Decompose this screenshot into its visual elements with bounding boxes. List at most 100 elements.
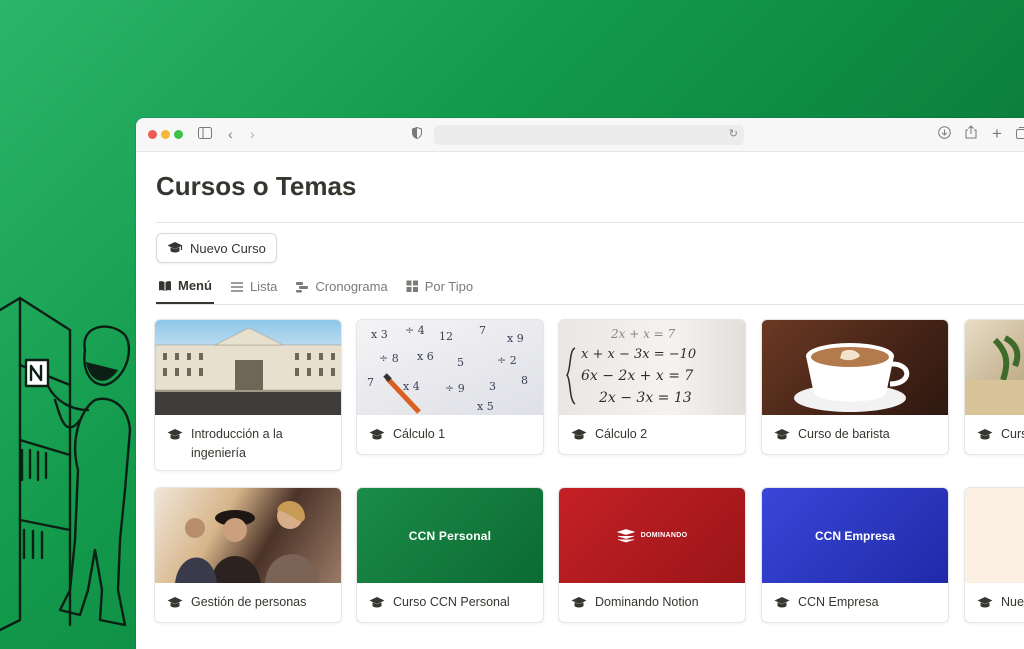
tabs-overview-icon[interactable]: [1016, 124, 1024, 144]
browser-toolbar: ‹ › ↻ +: [136, 118, 1024, 152]
plant-photo: [965, 320, 1024, 415]
tab-timeline[interactable]: Cronograma: [293, 277, 389, 304]
title-divider: [156, 222, 1024, 223]
svg-text:12: 12: [439, 330, 453, 343]
svg-text:÷ 2: ÷ 2: [497, 354, 517, 367]
stack-logo-icon: [616, 528, 635, 542]
gallery-card[interactable]: DOMINANDO Dominando Notion: [558, 487, 746, 623]
coffee-photo: [762, 320, 948, 415]
svg-text:x 3: x 3: [371, 328, 388, 341]
new-course-button[interactable]: Nuevo Curso: [156, 233, 277, 263]
card-label: Dominando Notion: [559, 583, 745, 622]
book-icon: [159, 280, 171, 291]
card-title: Dominando Notion: [595, 595, 699, 609]
svg-text:x 6: x 6: [417, 350, 434, 363]
gallery-card[interactable]: Nue: [964, 487, 1024, 623]
graduation-cap-icon: [369, 597, 385, 608]
timeline-icon: [296, 281, 309, 292]
graduation-cap-icon: [167, 242, 183, 253]
gallery-card[interactable]: CCN Empresa CCN Empresa: [761, 487, 949, 623]
card-label: Curso de barista: [762, 415, 948, 454]
sidebar-toggle-icon[interactable]: [198, 124, 212, 144]
svg-text:7: 7: [367, 376, 374, 389]
svg-text:3: 3: [489, 380, 496, 393]
graduation-cap-icon: [571, 597, 587, 608]
tab-by-type[interactable]: Por Tipo: [404, 277, 475, 304]
math-paper-photo: x 3 ÷ 4 12 7 x 9 ÷ 8 x 6 5 ÷ 2 7 x 4 ÷ 9 3 8 x 5: [357, 320, 543, 415]
privacy-shield-icon[interactable]: [412, 124, 422, 144]
ccn-personal-cover: CCN Personal: [357, 488, 543, 583]
card-title: Cálculo 2: [595, 427, 648, 441]
svg-text:÷ 9: ÷ 9: [445, 382, 465, 395]
person-bookshelf-illustration: [0, 296, 132, 632]
new-tab-icon[interactable]: +: [992, 124, 1002, 144]
gallery-card[interactable]: x 3 ÷ 4 12 7 x 9 ÷ 8 x 6 5 ÷ 2 7 x 4 ÷ 9 3 8 x 5 Cálcu…: [356, 319, 544, 455]
gallery-card[interactable]: Curs: [964, 319, 1024, 455]
tab-list-label: Lista: [249, 279, 278, 294]
address-bar[interactable]: ↻: [434, 125, 744, 145]
gallery-card[interactable]: 2x + x = 7 x + x − 3x = −10 6x − 2x + x = …: [558, 319, 746, 455]
back-icon[interactable]: ‹: [228, 124, 233, 144]
cover-text: CCN Empresa: [814, 528, 896, 543]
palace-photo: [155, 320, 341, 415]
gallery-card[interactable]: Gestión de personas: [154, 487, 342, 623]
reload-icon[interactable]: ↻: [729, 127, 738, 140]
browser-window: ‹ › ↻ + Cursos o Temas Nuevo Curso Menú …: [136, 118, 1024, 649]
card-title: Curso CCN Personal: [393, 595, 510, 609]
svg-text:x 4: x 4: [403, 380, 420, 393]
card-title: Curso de barista: [798, 427, 890, 441]
blank-cover: [965, 488, 1024, 583]
gallery-card[interactable]: Introducción a la ingeniería: [154, 319, 342, 471]
page-title: Cursos o Temas: [156, 171, 357, 201]
card-label: Gestión de personas: [155, 583, 341, 622]
svg-text:2x + x = 7: 2x + x = 7: [610, 327, 676, 341]
view-tabs: Menú Lista Cronograma Por Tipo: [156, 277, 1024, 305]
tab-timeline-label: Cronograma: [315, 279, 388, 294]
gallery-card[interactable]: Curso de barista: [761, 319, 949, 455]
card-label: Nue: [965, 583, 1024, 622]
gallery-grid: Introducción a la ingeniería x 3 ÷ 4 12 7 x …: [154, 319, 1024, 639]
card-label: CCN Empresa: [762, 583, 948, 622]
card-label: Curso CCN Personal: [357, 583, 543, 622]
card-label: Cálculo 1: [357, 415, 543, 454]
gallery-card[interactable]: CCN Personal Curso CCN Personal: [356, 487, 544, 623]
graduation-cap-icon: [167, 429, 183, 440]
svg-text:7: 7: [479, 324, 486, 337]
card-label: Cálculo 2: [559, 415, 745, 454]
card-title: Curs: [1001, 427, 1024, 441]
svg-text:5: 5: [457, 356, 464, 369]
card-title: CCN Empresa: [798, 595, 879, 609]
minimize-window-button[interactable]: [161, 130, 170, 139]
new-course-label: Nuevo Curso: [190, 240, 266, 256]
svg-text:÷ 4: ÷ 4: [405, 324, 425, 337]
maximize-window-button[interactable]: [174, 130, 183, 139]
board-icon: [406, 280, 418, 292]
tab-by-type-label: Por Tipo: [424, 279, 474, 294]
download-icon[interactable]: [938, 124, 951, 144]
card-title: Cálculo 1: [393, 427, 446, 441]
equations-photo: 2x + x = 7 x + x − 3x = −10 6x − 2x + x = …: [559, 320, 745, 415]
graduation-cap-icon: [369, 429, 385, 440]
card-label: Introducción a la ingeniería: [155, 415, 341, 470]
graduation-cap-icon: [774, 597, 790, 608]
close-window-button[interactable]: [148, 130, 157, 139]
ccn-empresa-cover: CCN Empresa: [762, 488, 948, 583]
card-title: Nue: [1001, 595, 1024, 609]
list-icon: [230, 281, 243, 292]
card-title: Gestión de personas: [191, 595, 307, 609]
graduation-cap-icon: [977, 597, 993, 608]
tab-menu-label: Menú: [178, 278, 212, 293]
svg-text:x 5: x 5: [477, 400, 494, 413]
cover-text: CCN Personal: [408, 528, 492, 543]
card-label: Curs: [965, 415, 1024, 454]
svg-text:2x − 3x = 13: 2x − 3x = 13: [598, 390, 692, 406]
tab-list[interactable]: Lista: [228, 277, 279, 304]
dominando-notion-cover: DOMINANDO: [559, 488, 745, 583]
card-title: Introducción a la ingeniería: [191, 427, 283, 460]
graduation-cap-icon: [774, 429, 790, 440]
graduation-cap-icon: [167, 597, 183, 608]
forward-icon[interactable]: ›: [250, 124, 255, 144]
svg-text:÷ 8: ÷ 8: [379, 352, 399, 365]
share-icon[interactable]: [965, 124, 977, 144]
tab-menu[interactable]: Menú: [156, 277, 214, 304]
